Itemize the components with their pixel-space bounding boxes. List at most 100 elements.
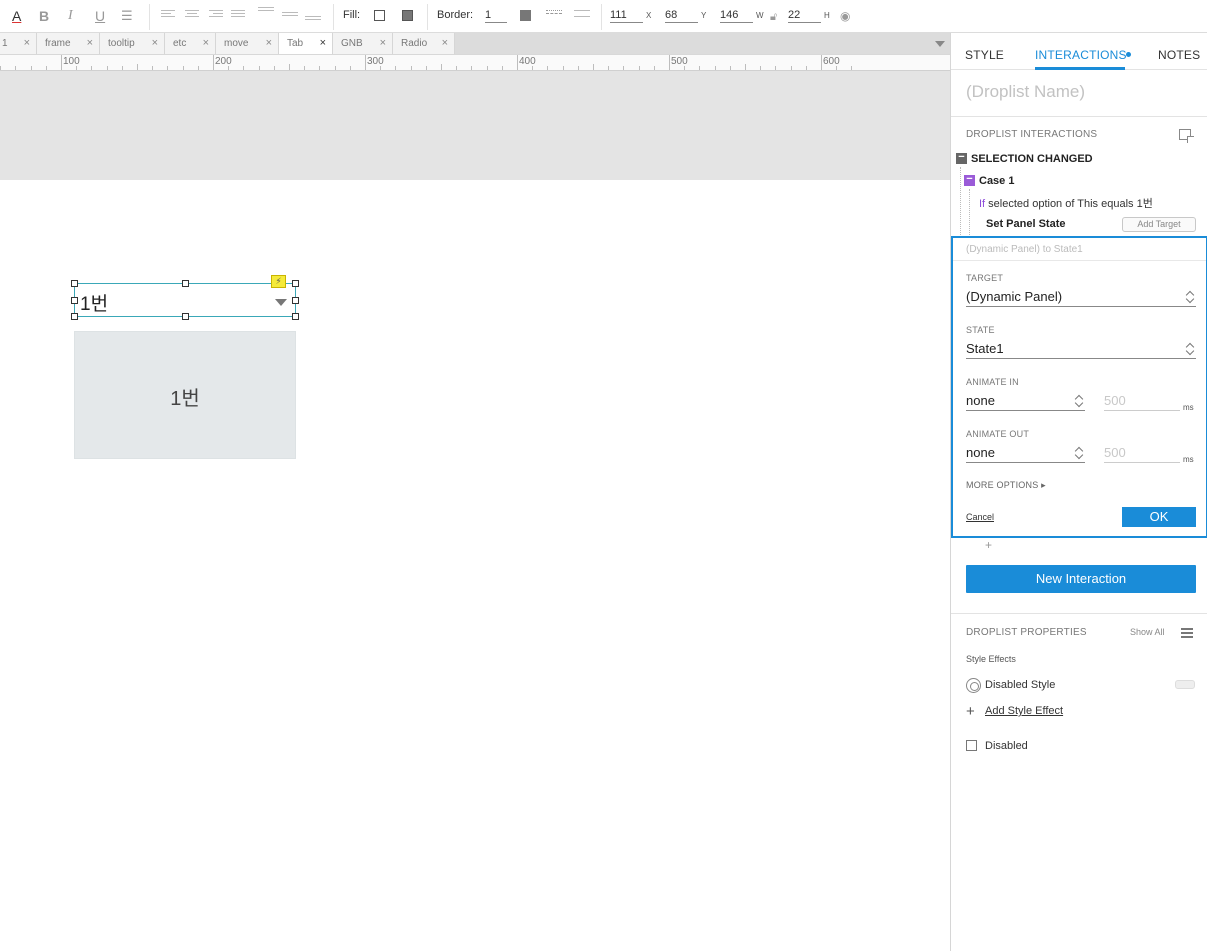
page-tab[interactable]: tooltip × (100, 33, 165, 54)
close-icon[interactable]: × (380, 33, 386, 54)
new-interaction-button[interactable]: New Interaction (966, 565, 1196, 593)
close-icon[interactable]: × (266, 33, 272, 54)
resize-handle[interactable] (182, 280, 189, 287)
font-color-icon[interactable]: A (12, 8, 21, 24)
w-field[interactable]: 146 (720, 8, 753, 23)
page-tab[interactable]: frame × (37, 33, 100, 54)
disabled-style-toggle[interactable] (1175, 680, 1195, 689)
tab-interactions[interactable]: INTERACTIONS (1035, 48, 1127, 62)
resize-handle[interactable] (71, 297, 78, 304)
fill-gradient-swatch[interactable] (402, 10, 413, 21)
border-width-field[interactable]: 1 (485, 8, 507, 23)
y-field[interactable]: 68 (665, 8, 698, 23)
resize-handle[interactable] (71, 313, 78, 320)
valign-bottom-icon[interactable] (305, 16, 321, 26)
tab-overflow-dropdown-icon[interactable] (935, 41, 945, 47)
border-style-icon[interactable] (546, 10, 562, 20)
align-center-icon[interactable] (185, 10, 201, 20)
action-set-panel-state[interactable]: Set Panel State (986, 218, 1065, 230)
page-tab[interactable]: move × (216, 33, 279, 54)
underline-icon[interactable]: U (95, 8, 105, 24)
more-options-link[interactable]: MORE OPTIONS ▸ (966, 480, 1046, 491)
resize-handle[interactable] (292, 280, 299, 287)
tab-label: move (224, 38, 249, 49)
close-icon[interactable]: × (203, 33, 209, 54)
toolbar-divider (333, 4, 334, 30)
x-field[interactable]: 111 (610, 8, 643, 23)
align-justify-icon[interactable] (231, 10, 247, 20)
disabled-checkbox-label: Disabled (985, 740, 1028, 752)
resize-handle[interactable] (292, 297, 299, 304)
show-all-link[interactable]: Show All (1130, 627, 1165, 637)
fill-color-swatch[interactable] (374, 10, 385, 21)
page-tab[interactable]: 1 × (0, 33, 37, 54)
valign-top-icon[interactable] (258, 7, 274, 17)
dynamic-panel[interactable]: 1번 (74, 331, 296, 459)
ruler-tick (851, 66, 853, 70)
align-right-icon[interactable] (209, 10, 225, 20)
case-condition[interactable]: If selected option of This equals 1번 (979, 195, 1153, 211)
lock-icon[interactable]: 🔓︎ (770, 9, 777, 25)
bullet-list-icon[interactable]: ☰ (121, 8, 133, 24)
x-unit: X (646, 11, 652, 20)
italic-icon[interactable]: I (68, 8, 73, 24)
ruler-tick (61, 55, 62, 70)
style-effect-target-icon (966, 678, 981, 693)
page-tab[interactable]: etc × (165, 33, 216, 54)
resize-handle[interactable] (182, 313, 189, 320)
close-icon[interactable]: × (152, 33, 158, 54)
design-canvas[interactable]: 1번 ⚡︎ 1번 (0, 71, 950, 951)
h-field[interactable]: 22 (788, 8, 821, 23)
toolbar-divider (427, 4, 428, 30)
collapse-case-icon[interactable]: − (964, 174, 975, 186)
align-left-icon[interactable] (161, 10, 177, 20)
close-icon[interactable]: × (442, 33, 448, 54)
droplist-widget[interactable]: 1번 (74, 283, 296, 317)
ruler-tick (729, 66, 731, 70)
border-visibility-icon[interactable] (574, 10, 590, 20)
page-tab-active[interactable]: Tab × (279, 33, 333, 54)
tab-notes[interactable]: NOTES (1158, 48, 1200, 62)
valign-middle-icon[interactable] (282, 12, 298, 22)
bold-icon[interactable]: B (39, 8, 49, 24)
resize-handle[interactable] (71, 280, 78, 287)
expand-interactions-icon[interactable] (1179, 129, 1194, 143)
target-select[interactable]: (Dynamic Panel) (966, 288, 1196, 307)
interaction-lightning-icon[interactable]: ⚡︎ (271, 275, 286, 288)
cancel-link[interactable]: Cancel (966, 512, 994, 522)
disabled-style-label[interactable]: Disabled Style (985, 679, 1055, 691)
add-target-button[interactable]: Add Target (1122, 217, 1196, 232)
tab-style[interactable]: STYLE (965, 48, 1004, 62)
animate-in-select[interactable]: none (966, 392, 1085, 411)
page-tab[interactable]: GNB × (333, 33, 393, 54)
collapse-event-icon[interactable]: − (956, 152, 967, 164)
add-style-effect-link[interactable]: Add Style Effect (985, 705, 1063, 717)
animate-out-duration-input[interactable]: 500 (1104, 444, 1180, 463)
close-icon[interactable]: × (24, 33, 30, 54)
ruler-tick (182, 66, 184, 70)
border-color-swatch[interactable] (520, 10, 531, 21)
add-icon[interactable]: + (966, 703, 975, 720)
canvas-gray-band (0, 71, 950, 180)
state-select[interactable]: State1 (966, 340, 1196, 359)
ruler-tick (517, 55, 518, 70)
visibility-eye-icon[interactable]: ◉ (840, 8, 850, 24)
animate-out-select[interactable]: none (966, 444, 1085, 463)
resize-handle[interactable] (292, 313, 299, 320)
disabled-checkbox[interactable] (966, 740, 977, 751)
hamburger-menu-icon[interactable] (1181, 628, 1193, 638)
page-tab[interactable]: Radio × (393, 33, 455, 54)
ruler-tick (805, 66, 807, 70)
tab-label: etc (173, 38, 187, 49)
tab-label: Tab (287, 38, 304, 49)
ruler-tick (258, 66, 260, 70)
add-action-plus-icon[interactable]: + (985, 538, 992, 552)
widget-name-input[interactable]: (Droplist Name) (966, 82, 1085, 102)
ok-button[interactable]: OK (1122, 507, 1196, 527)
close-icon[interactable]: × (87, 33, 93, 54)
close-icon[interactable]: × (320, 33, 326, 54)
animate-in-duration-input[interactable]: 500 (1104, 392, 1180, 411)
event-selection-changed[interactable]: SELECTION CHANGED (971, 153, 1093, 165)
case-label[interactable]: Case 1 (979, 175, 1014, 187)
ruler-tick (425, 66, 427, 70)
